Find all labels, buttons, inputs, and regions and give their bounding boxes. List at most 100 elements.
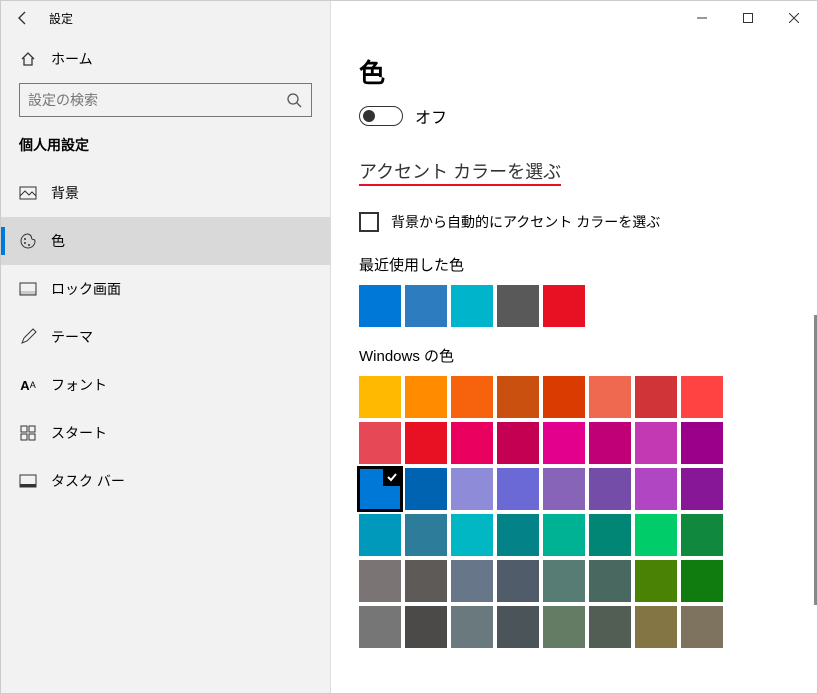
windows-color-swatch[interactable]	[359, 422, 401, 464]
recent-color-swatch[interactable]	[543, 285, 585, 327]
check-icon	[383, 468, 401, 486]
windows-color-swatch[interactable]	[681, 560, 723, 602]
close-button[interactable]	[771, 1, 817, 35]
windows-color-swatch[interactable]	[497, 606, 539, 648]
toggle-label: オフ	[415, 104, 447, 128]
windows-color-swatch[interactable]	[405, 422, 447, 464]
home-link[interactable]: ホーム	[1, 35, 330, 83]
maximize-button[interactable]	[725, 1, 771, 35]
accent-heading: アクセント カラーを選ぶ	[359, 158, 561, 186]
windows-color-swatch[interactable]	[635, 468, 677, 510]
recent-colors-label: 最近使用した色	[359, 254, 789, 275]
windows-color-swatch[interactable]	[635, 422, 677, 464]
home-icon	[19, 50, 37, 68]
nav-fonts[interactable]: AA フォント	[1, 361, 330, 409]
back-button[interactable]	[1, 1, 45, 35]
windows-color-swatch[interactable]	[405, 468, 447, 510]
windows-color-swatch[interactable]	[681, 468, 723, 510]
nav-lockscreen[interactable]: ロック画面	[1, 265, 330, 313]
windows-color-swatch[interactable]	[405, 376, 447, 418]
windows-color-swatch[interactable]	[359, 560, 401, 602]
windows-color-swatch[interactable]	[497, 468, 539, 510]
windows-color-swatch[interactable]	[497, 376, 539, 418]
windows-color-swatch[interactable]	[543, 468, 585, 510]
recent-color-swatch[interactable]	[451, 285, 493, 327]
windows-color-swatch[interactable]	[589, 376, 631, 418]
windows-color-swatch[interactable]	[543, 376, 585, 418]
windows-color-swatch[interactable]	[405, 560, 447, 602]
windows-color-swatch[interactable]	[451, 560, 493, 602]
windows-color-swatch[interactable]	[589, 514, 631, 556]
windows-color-swatch[interactable]	[451, 606, 493, 648]
windows-color-swatch[interactable]	[589, 606, 631, 648]
settings-sidebar: 設定 ホーム 個人用設定 背景 色 ロック画面	[1, 1, 331, 693]
windows-colors-label: Windows の色	[359, 345, 789, 366]
windows-color-swatch[interactable]	[635, 606, 677, 648]
nav-label: フォント	[51, 375, 107, 395]
windows-color-swatch[interactable]	[451, 422, 493, 464]
windows-color-swatch[interactable]	[451, 514, 493, 556]
nav-start[interactable]: スタート	[1, 409, 330, 457]
nav-label: タスク バー	[51, 471, 125, 491]
scrollbar[interactable]	[814, 315, 817, 605]
brush-icon	[19, 328, 37, 346]
windows-color-swatch[interactable]	[451, 468, 493, 510]
nav-label: 色	[51, 231, 65, 251]
auto-accent-checkbox[interactable]	[359, 212, 379, 232]
nav-label: ロック画面	[51, 279, 121, 299]
windows-color-swatch[interactable]	[543, 514, 585, 556]
windows-color-swatch[interactable]	[359, 468, 401, 510]
window-title: 設定	[45, 10, 73, 27]
windows-color-swatch[interactable]	[589, 422, 631, 464]
nav-themes[interactable]: テーマ	[1, 313, 330, 361]
windows-color-swatch[interactable]	[635, 514, 677, 556]
search-box[interactable]	[19, 83, 312, 117]
windows-colors-grid	[359, 376, 789, 648]
recent-color-swatch[interactable]	[405, 285, 447, 327]
windows-color-swatch[interactable]	[359, 514, 401, 556]
windows-color-swatch[interactable]	[359, 376, 401, 418]
windows-color-swatch[interactable]	[635, 376, 677, 418]
nav-label: テーマ	[51, 327, 93, 347]
windows-color-swatch[interactable]	[543, 606, 585, 648]
windows-color-swatch[interactable]	[405, 514, 447, 556]
minimize-button[interactable]	[679, 1, 725, 35]
page-title: 色	[359, 53, 789, 90]
lockscreen-icon	[19, 280, 37, 298]
checkbox-label: 背景から自動的にアクセント カラーを選ぶ	[391, 212, 660, 232]
windows-color-swatch[interactable]	[497, 560, 539, 602]
recent-color-swatch[interactable]	[359, 285, 401, 327]
nav-colors[interactable]: 色	[1, 217, 330, 265]
search-input[interactable]	[28, 92, 285, 108]
recent-colors-row	[359, 285, 789, 327]
transparency-toggle[interactable]	[359, 106, 403, 126]
nav-taskbar[interactable]: タスク バー	[1, 457, 330, 505]
windows-color-swatch[interactable]	[497, 514, 539, 556]
windows-color-swatch[interactable]	[681, 422, 723, 464]
window-controls	[331, 1, 817, 35]
windows-color-swatch[interactable]	[681, 376, 723, 418]
windows-color-swatch[interactable]	[589, 468, 631, 510]
recent-color-swatch[interactable]	[497, 285, 539, 327]
nav-label: スタート	[51, 423, 107, 443]
section-title: 個人用設定	[1, 135, 330, 169]
windows-color-swatch[interactable]	[359, 606, 401, 648]
font-icon: AA	[19, 376, 37, 394]
windows-color-swatch[interactable]	[635, 560, 677, 602]
titlebar-left: 設定	[1, 1, 330, 35]
content-pane: 色 オフ アクセント カラーを選ぶ 背景から自動的にアクセント カラーを選ぶ 最…	[331, 1, 817, 693]
windows-color-swatch[interactable]	[451, 376, 493, 418]
windows-color-swatch[interactable]	[543, 560, 585, 602]
windows-color-swatch[interactable]	[681, 514, 723, 556]
windows-color-swatch[interactable]	[589, 560, 631, 602]
windows-color-swatch[interactable]	[405, 606, 447, 648]
windows-color-swatch[interactable]	[543, 422, 585, 464]
nav-background[interactable]: 背景	[1, 169, 330, 217]
start-icon	[19, 424, 37, 442]
windows-color-swatch[interactable]	[681, 606, 723, 648]
search-icon	[285, 91, 303, 109]
taskbar-icon	[19, 472, 37, 490]
palette-icon	[19, 232, 37, 250]
windows-color-swatch[interactable]	[497, 422, 539, 464]
nav-label: 背景	[51, 183, 79, 203]
